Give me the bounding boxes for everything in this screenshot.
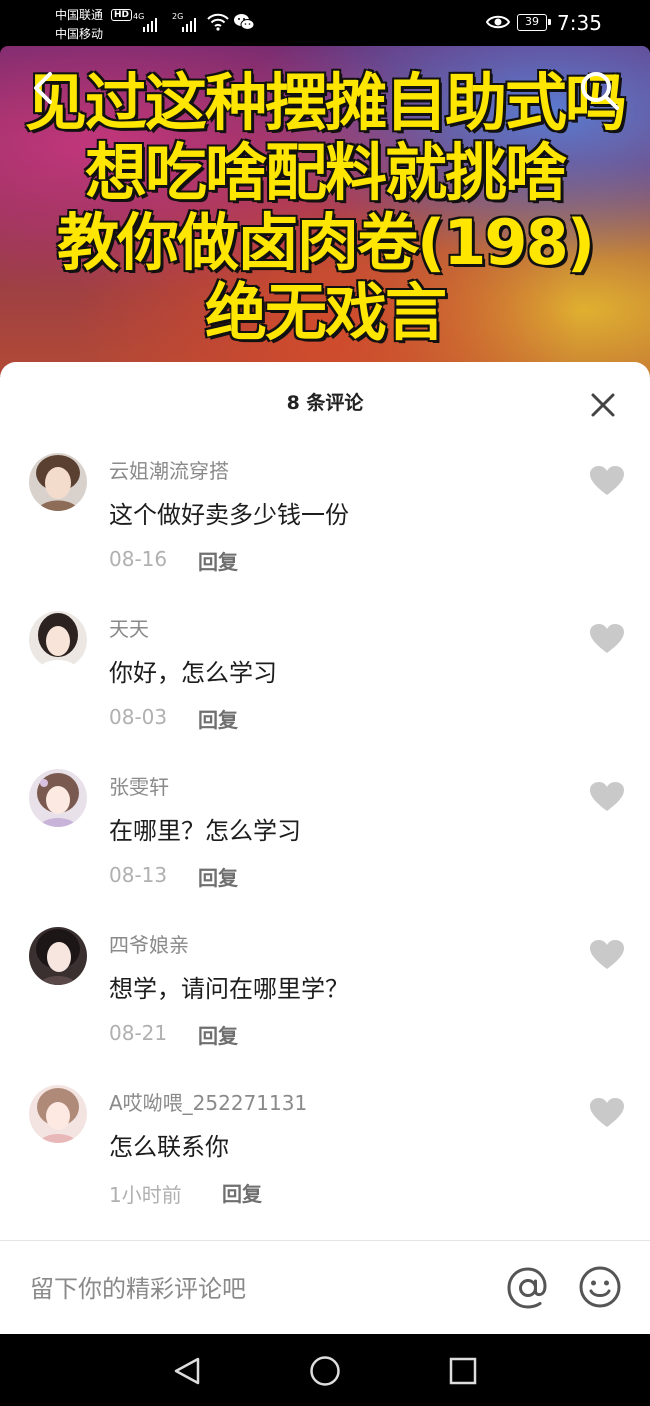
comment-username[interactable]: 四爷娘亲 bbox=[109, 929, 189, 958]
comment-input[interactable] bbox=[30, 1269, 470, 1309]
comments-count-title: 8 条评论 bbox=[286, 392, 364, 414]
comment-item: A哎呦喂_252271131 怎么联系你 1小时前 回复 bbox=[0, 1085, 650, 1235]
reply-button[interactable]: 回复 bbox=[222, 1178, 262, 1207]
comment-text: 这个做好卖多少钱一份 bbox=[109, 501, 349, 529]
avatar[interactable] bbox=[29, 769, 87, 827]
hd-badge: HD bbox=[111, 9, 133, 21]
signal-strength-icon-2 bbox=[182, 14, 196, 32]
nav-back-icon[interactable] bbox=[170, 1354, 204, 1388]
comments-sheet: 8 条评论 云姐潮流穿搭 这个做好卖多少钱一份 08-16 回复 天天 你好，怎… bbox=[0, 362, 650, 1334]
reply-button[interactable]: 回复 bbox=[198, 1020, 238, 1049]
video-title-line: 绝无戏言 bbox=[204, 276, 448, 349]
comment-text: 你好，怎么学习 bbox=[109, 659, 277, 687]
status-time: 7:35 bbox=[557, 11, 602, 35]
mention-icon[interactable] bbox=[505, 1265, 551, 1311]
reply-button[interactable]: 回复 bbox=[198, 862, 238, 891]
video-title-overlay: 见过这种摆摊自助式吗 想吃啥配料就挑啥 教你做卤肉卷(198) 绝无戏言 bbox=[0, 66, 650, 349]
comment-date: 08-16 bbox=[109, 547, 168, 571]
heart-icon[interactable] bbox=[589, 781, 625, 813]
comment-item: 张雯轩 在哪里？怎么学习 08-13 回复 bbox=[0, 769, 650, 919]
avatar[interactable] bbox=[29, 611, 87, 669]
video-title-line: 想吃啥配料就挑啥 bbox=[84, 136, 568, 209]
comment-username[interactable]: 张雯轩 bbox=[109, 771, 169, 800]
system-nav-bar bbox=[0, 1334, 650, 1406]
signal-strength-icon bbox=[143, 14, 157, 32]
comment-text: 怎么联系你 bbox=[109, 1133, 229, 1161]
reply-button[interactable]: 回复 bbox=[198, 704, 238, 733]
video-preview[interactable]: 见过这种摆摊自助式吗 想吃啥配料就挑啥 教你做卤肉卷(198) 绝无戏言 bbox=[0, 46, 650, 376]
status-bar: 中国联通 中国移动 HD 4G 2G 39 7:35 bbox=[0, 0, 650, 46]
wifi-icon bbox=[207, 13, 229, 31]
avatar[interactable] bbox=[29, 453, 87, 511]
reply-button[interactable]: 回复 bbox=[198, 546, 238, 575]
back-icon[interactable] bbox=[26, 68, 60, 108]
wechat-icon bbox=[234, 14, 255, 30]
heart-icon[interactable] bbox=[589, 939, 625, 971]
nav-home-icon[interactable] bbox=[308, 1354, 342, 1388]
comment-date: 08-13 bbox=[109, 863, 168, 887]
battery-icon: 39 bbox=[517, 14, 551, 31]
comment-text: 在哪里？怎么学习 bbox=[109, 817, 301, 845]
heart-icon[interactable] bbox=[589, 465, 625, 497]
heart-icon[interactable] bbox=[589, 1097, 625, 1129]
comment-item: 天天 你好，怎么学习 08-03 回复 bbox=[0, 611, 650, 761]
comment-date: 1小时前 bbox=[109, 1183, 182, 1207]
comment-input-bar bbox=[0, 1241, 650, 1334]
search-icon[interactable] bbox=[577, 68, 621, 112]
carrier-label-1: 中国联通 bbox=[55, 8, 104, 22]
emoji-icon[interactable] bbox=[578, 1265, 622, 1309]
nav-recent-apps-icon[interactable] bbox=[446, 1354, 480, 1388]
comment-date: 08-21 bbox=[109, 1021, 168, 1045]
avatar[interactable] bbox=[29, 927, 87, 985]
comment-username[interactable]: 天天 bbox=[109, 613, 149, 642]
avatar[interactable] bbox=[29, 1085, 87, 1143]
carrier-label-2: 中国移动 bbox=[55, 27, 104, 41]
video-title-line: 教你做卤肉卷(198) bbox=[56, 206, 596, 279]
comment-username[interactable]: 云姐潮流穿搭 bbox=[109, 455, 229, 484]
eye-comfort-icon bbox=[486, 15, 510, 29]
comment-date: 08-03 bbox=[109, 705, 168, 729]
close-icon[interactable] bbox=[589, 391, 617, 419]
comment-username[interactable]: A哎呦喂_252271131 bbox=[109, 1087, 307, 1116]
comment-item: 四爷娘亲 想学，请问在哪里学？ 08-21 回复 bbox=[0, 927, 650, 1077]
heart-icon[interactable] bbox=[589, 623, 625, 655]
comment-text: 想学，请问在哪里学？ bbox=[109, 975, 349, 1003]
video-title-line: 见过这种摆摊自助式吗 bbox=[24, 66, 628, 139]
comment-item: 云姐潮流穿搭 这个做好卖多少钱一份 08-16 回复 bbox=[0, 453, 650, 603]
